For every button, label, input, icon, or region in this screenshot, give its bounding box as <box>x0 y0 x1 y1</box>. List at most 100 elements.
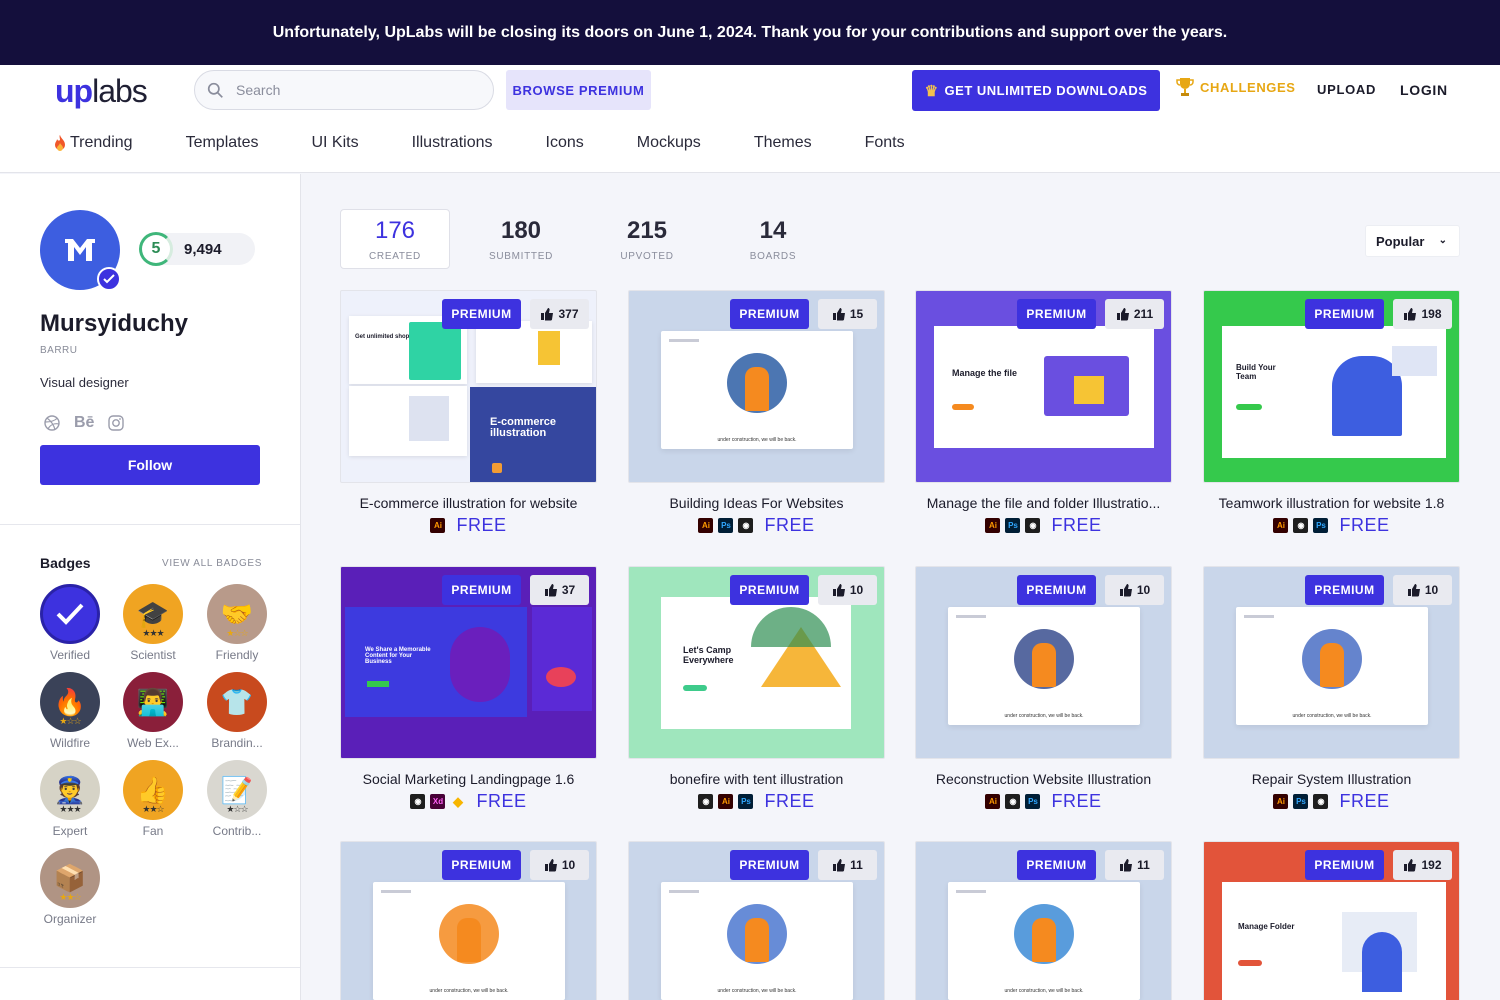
design-thumbnail[interactable]: under construction, we will be back. PREM… <box>340 841 597 1000</box>
premium-badge[interactable]: PREMIUM <box>1017 299 1096 329</box>
premium-badge[interactable]: PREMIUM <box>442 850 521 880</box>
nav-item-trending[interactable]: Trending <box>53 134 133 152</box>
premium-badge[interactable]: PREMIUM <box>1017 575 1096 605</box>
thumbs-up-icon: 👍 <box>136 774 170 805</box>
premium-badge[interactable]: PREMIUM <box>730 299 809 329</box>
upload-link[interactable]: UPLOAD <box>1317 82 1376 97</box>
design-thumbnail[interactable]: under construction, we will be back. PREM… <box>628 841 885 1000</box>
nav-item-illustrations[interactable]: Illustrations <box>412 134 493 152</box>
design-thumbnail[interactable]: under construction, we will be back. PREM… <box>1203 566 1460 759</box>
view-all-badges-link[interactable]: VIEW ALL BADGES <box>162 558 262 569</box>
badge-contributor[interactable]: 📝 ★☆☆ Contrib... <box>197 760 277 840</box>
nav-item-mockups[interactable]: Mockups <box>637 134 701 152</box>
premium-badge[interactable]: PREMIUM <box>442 575 521 605</box>
design-card[interactable]: under construction, we will be back. PREM… <box>1203 566 1460 812</box>
badge-verified[interactable]: Verified <box>30 584 110 664</box>
badge-branding[interactable]: 👕 Brandin... <box>197 672 277 752</box>
search-box[interactable] <box>194 70 494 110</box>
design-thumbnail[interactable]: We Share a Memorable Content for Your Bu… <box>340 566 597 759</box>
search-input[interactable] <box>236 82 476 98</box>
premium-badge[interactable]: PREMIUM <box>1305 575 1384 605</box>
design-card[interactable]: Manage Folder PREMIUM 192 <box>1203 841 1460 1000</box>
badge-fan[interactable]: 👍 ★★☆ Fan <box>113 760 193 840</box>
design-title[interactable]: Social Marketing Landingpage 1.6 <box>340 771 597 787</box>
divider <box>0 967 300 968</box>
premium-badge[interactable]: PREMIUM <box>1305 299 1384 329</box>
badge-expert[interactable]: 👮 ★★★ Expert <box>30 760 110 840</box>
nav-item-icons[interactable]: Icons <box>546 134 584 152</box>
like-button[interactable]: 10 <box>530 850 589 880</box>
design-card[interactable]: Manage the file PREMIUM 211 Manage the file… <box>915 290 1172 536</box>
follow-button[interactable]: Follow <box>40 445 260 485</box>
like-button[interactable]: 192 <box>1393 850 1452 880</box>
design-card[interactable]: Build Your Team PREMIUM 198 Teamwork illust… <box>1203 290 1460 536</box>
design-thumbnail[interactable]: under construction, we will be back. PREM… <box>628 290 885 483</box>
stat-label: BOARDS <box>749 250 797 262</box>
like-count: 377 <box>558 307 579 321</box>
tab-created[interactable]: 176 CREATED <box>340 209 450 269</box>
nav-item-templates[interactable]: Templates <box>186 134 259 152</box>
like-button[interactable]: 37 <box>530 575 589 605</box>
badge-wildfire[interactable]: 🔥 ★☆☆ Wildfire <box>30 672 110 752</box>
like-button[interactable]: 211 <box>1105 299 1164 329</box>
tab-submitted[interactable]: 180 SUBMITTED <box>466 209 576 269</box>
like-button[interactable]: 15 <box>818 299 877 329</box>
premium-badge[interactable]: PREMIUM <box>730 850 809 880</box>
tab-boards[interactable]: 14 BOARDS <box>718 209 828 269</box>
get-unlimited-downloads-button[interactable]: ♛ GET UNLIMITED DOWNLOADS <box>912 70 1160 111</box>
design-card[interactable]: under construction, we will be back. PREM… <box>340 841 597 1000</box>
premium-badge[interactable]: PREMIUM <box>1017 850 1096 880</box>
design-card[interactable]: under construction, we will be back. PREM… <box>628 841 885 1000</box>
badge-scientist[interactable]: 🎓 ★★★ Scientist <box>113 584 193 664</box>
challenges-label: CHALLENGES <box>1200 79 1296 95</box>
like-count: 211 <box>1133 307 1154 321</box>
design-card[interactable]: Get unlimited shop E-commerce illustratio… <box>340 290 597 536</box>
design-card[interactable]: We Share a Memorable Content for Your Bu… <box>340 566 597 812</box>
like-button[interactable]: 10 <box>1105 575 1164 605</box>
design-thumbnail[interactable]: Manage the file PREMIUM 211 <box>915 290 1172 483</box>
nav-item-ui-kits[interactable]: UI Kits <box>311 134 358 152</box>
premium-badge[interactable]: PREMIUM <box>730 575 809 605</box>
premium-badge[interactable]: PREMIUM <box>442 299 521 329</box>
uplabs-logo[interactable]: uplabs <box>55 73 148 110</box>
sort-select[interactable]: Popular ⌄ <box>1365 225 1460 257</box>
badge-organizer[interactable]: 📦 ★★☆ Organizer <box>30 848 110 928</box>
login-link[interactable]: LOGIN <box>1400 82 1448 98</box>
tab-upvoted[interactable]: 215 UPVOTED <box>592 209 702 269</box>
design-thumbnail[interactable]: under construction, we will be back. PREM… <box>915 566 1172 759</box>
like-button[interactable]: 198 <box>1393 299 1452 329</box>
nav-item-themes[interactable]: Themes <box>754 134 812 152</box>
design-card[interactable]: under construction, we will be back. PREM… <box>915 566 1172 812</box>
challenges-link[interactable]: CHALLENGES <box>1176 77 1296 97</box>
design-title[interactable]: Reconstruction Website Illustration <box>915 771 1172 787</box>
design-title[interactable]: E-commerce illustration for website <box>340 495 597 511</box>
design-thumbnail[interactable]: Get unlimited shop E-commerce illustratio… <box>340 290 597 483</box>
design-title[interactable]: bonefire with tent illustration <box>628 771 885 787</box>
design-card[interactable]: Let's Camp Everywhere PREMIUM 10 bonefire w… <box>628 566 885 812</box>
figma-icon: ◉ <box>1025 518 1041 533</box>
like-button[interactable]: 11 <box>1105 850 1164 880</box>
design-title[interactable]: Repair System Illustration <box>1203 771 1460 787</box>
premium-badge[interactable]: PREMIUM <box>1305 850 1384 880</box>
design-card[interactable]: under construction, we will be back. PREM… <box>915 841 1172 1000</box>
design-thumbnail[interactable]: Build Your Team PREMIUM 198 <box>1203 290 1460 483</box>
like-button[interactable]: 11 <box>818 850 877 880</box>
design-thumbnail[interactable]: Let's Camp Everywhere PREMIUM 10 <box>628 566 885 759</box>
design-title[interactable]: Manage the file and folder Illustratio..… <box>915 495 1172 511</box>
design-thumbnail[interactable]: under construction, we will be back. PREM… <box>915 841 1172 1000</box>
design-thumbnail[interactable]: Manage Folder PREMIUM 192 <box>1203 841 1460 1000</box>
design-card[interactable]: under construction, we will be back. PREM… <box>628 290 885 536</box>
badge-friendly[interactable]: 🤝 ★☆☆ Friendly <box>197 584 277 664</box>
dribbble-icon[interactable] <box>44 415 60 431</box>
behance-icon[interactable]: Bē <box>74 414 94 432</box>
like-button[interactable]: 10 <box>818 575 877 605</box>
design-title[interactable]: Building Ideas For Websites <box>628 495 885 511</box>
badge-web-expert[interactable]: 👨‍💻 Web Ex... <box>113 672 193 752</box>
instagram-icon[interactable] <box>108 415 125 431</box>
badge-label: Web Ex... <box>127 736 179 750</box>
like-button[interactable]: 377 <box>530 299 589 329</box>
nav-item-fonts[interactable]: Fonts <box>865 134 905 152</box>
design-title[interactable]: Teamwork illustration for website 1.8 <box>1203 495 1460 511</box>
browse-premium-button[interactable]: BROWSE PREMIUM <box>506 70 651 110</box>
like-button[interactable]: 10 <box>1393 575 1452 605</box>
